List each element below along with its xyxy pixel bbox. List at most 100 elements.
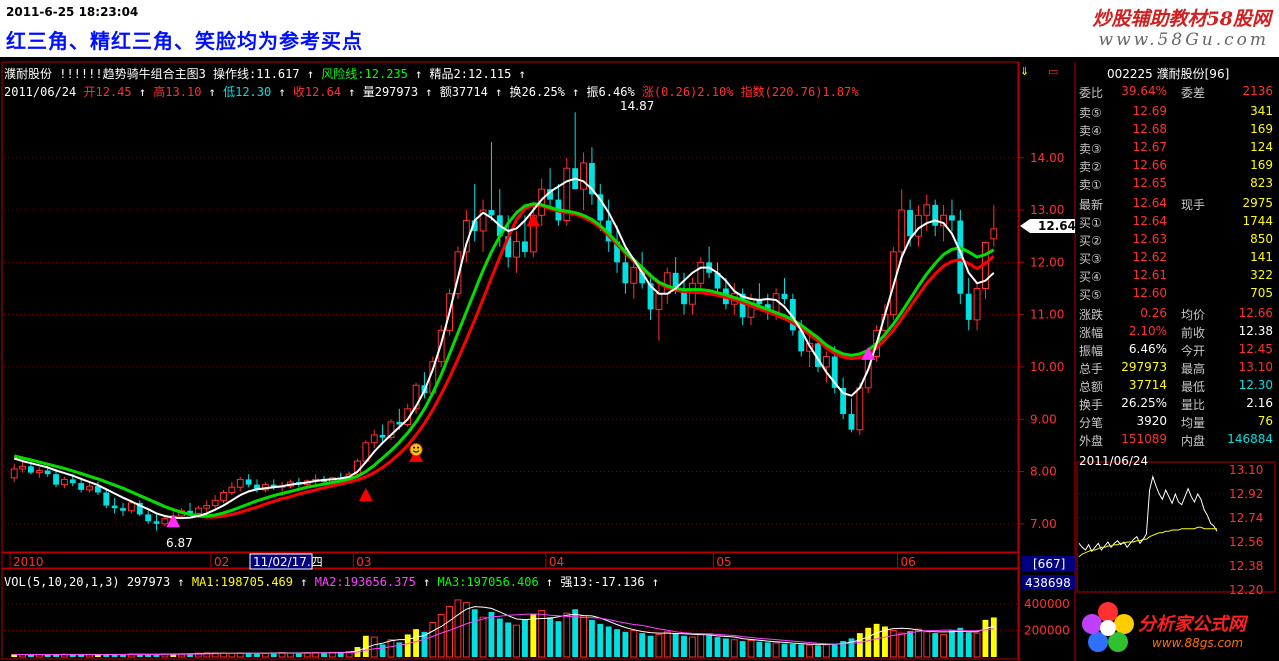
mini-chart-date: 2011/06/24	[1079, 454, 1149, 468]
stat-label: 分笔	[1079, 416, 1104, 430]
date-tick-label: 02	[214, 555, 229, 569]
candle-body	[915, 214, 922, 237]
volume-bar	[907, 631, 914, 657]
volume-seg-1: ↑	[170, 575, 192, 589]
volume-bar	[688, 636, 696, 658]
stat-label-2: 均价	[1181, 308, 1206, 322]
banner-note: 红三角、精红三角、笑脸均为参考买点	[6, 29, 363, 53]
volume-bar	[379, 644, 386, 657]
stat-value-2: 12.45	[1238, 342, 1273, 356]
stat-value-2: 12.38	[1238, 324, 1273, 338]
ohlc-seg-8: ↑ 量297973 ↑ 额37714 ↑ 换26.25% ↑ 振6.46%	[341, 85, 642, 99]
bid-row: 买② 12.63 850	[1077, 231, 1277, 249]
stat-row: 振幅 6.46% 今开 12.45	[1077, 341, 1277, 359]
candle-body	[898, 209, 906, 253]
volume-bar	[437, 614, 445, 658]
bid-row: 买① 12.64 1744	[1077, 213, 1277, 231]
mini-tick-label: 12.92	[1229, 487, 1263, 501]
stat-value-2: 146884	[1227, 432, 1273, 446]
ask-price: 12.68	[1132, 122, 1167, 136]
candle-body	[932, 204, 939, 226]
bid-volume: 322	[1250, 268, 1273, 282]
weibi-value: 39.64%	[1121, 84, 1167, 98]
volume-bar	[822, 644, 830, 658]
volume-bar	[321, 652, 327, 657]
bid-label: 买③	[1079, 252, 1102, 266]
stat-value-2: 76	[1257, 414, 1273, 428]
indicator-seg-0: 濮耐股份 !!!!!!趋势骑牛组合主图3 操作线:11.617	[4, 67, 300, 81]
volume-bar	[597, 623, 604, 657]
volume-seg-2: MA1:198705.469	[191, 575, 294, 589]
volume-tick-label: 400000	[1024, 597, 1070, 611]
volume-bar	[663, 631, 671, 658]
volume-seg-6: MA3:197056.406	[437, 575, 539, 589]
bid-label: 买①	[1079, 216, 1102, 230]
candle-body	[622, 262, 629, 284]
volume-bar	[714, 637, 721, 657]
volume-bar	[940, 633, 948, 658]
candle-body	[86, 485, 93, 491]
date-tick-label: 03	[356, 555, 371, 569]
weibi-label: 委比	[1079, 86, 1104, 100]
volume-bar	[471, 609, 478, 657]
arrow-down-icon: ⇓	[1020, 65, 1029, 78]
volume-bar	[454, 599, 462, 658]
candle-body	[848, 414, 855, 430]
volume-bar	[588, 619, 595, 657]
candle-body	[488, 210, 495, 216]
ask-price: 12.66	[1132, 158, 1167, 172]
candle-body	[236, 478, 244, 488]
volume-bar	[932, 633, 939, 657]
candle-body	[53, 474, 59, 485]
banner-datetime: 2011-6-25 18:23:04	[6, 5, 139, 19]
volume-bar	[982, 619, 989, 657]
ask-price: 12.65	[1132, 176, 1167, 190]
ask-row: 卖③ 12.67 124	[1077, 139, 1277, 157]
current-hand-label: 现手	[1181, 198, 1206, 212]
date-tick-label: 06	[901, 555, 916, 569]
volume-bar	[488, 611, 495, 657]
bid-volume: 141	[1250, 250, 1273, 264]
volume-bar	[681, 635, 687, 657]
ohlc-seg-9: 涨(0.26)2.10% 指数(220.76)1.87%	[641, 85, 859, 99]
volume-bar	[831, 643, 838, 657]
price-tick-label: 14.00	[1030, 151, 1064, 165]
volume-bar	[781, 643, 788, 657]
ohlc-seg-6: ↑	[271, 85, 293, 99]
volume-bar	[404, 634, 411, 657]
volume-bar	[973, 632, 981, 658]
volume-bar	[889, 629, 897, 658]
volume-bar	[706, 635, 713, 657]
vol-box-2-text: 438698	[1025, 576, 1071, 590]
volume-bar	[949, 630, 955, 657]
volume-bar	[479, 616, 487, 658]
bid-price: 12.63	[1132, 232, 1167, 246]
ohlc-seg-7: 收12.64	[292, 85, 342, 99]
candle-body	[379, 434, 386, 438]
price-tick-label: 7.00	[1030, 517, 1057, 531]
stat-value: 3920	[1136, 414, 1167, 428]
candle-body	[949, 215, 955, 221]
cursor-date: 11/02/17.四	[253, 555, 323, 569]
indicator-header: 濮耐股份 !!!!!!趋势骑牛组合主图3 操作线:11.617 ↑ 风险线:12…	[4, 65, 526, 82]
volume-bar	[362, 635, 369, 657]
candle-body	[973, 288, 981, 321]
brand-title: 炒股辅助教材58股网	[1092, 8, 1271, 30]
indicator-seg-3: ↑ 精品2:12.115 ↑	[407, 67, 526, 81]
last-price-tag-text: 12.64	[1038, 219, 1076, 233]
stat-value: 151089	[1121, 432, 1167, 446]
high-price-label: 14.87	[620, 99, 654, 113]
candle-body	[697, 261, 705, 284]
ask-label: 卖④	[1079, 124, 1102, 138]
bid-row: 买④ 12.61 322	[1077, 267, 1277, 285]
candle-body	[60, 478, 68, 486]
candle-body	[28, 466, 34, 473]
candle-body	[580, 162, 587, 190]
ask-price: 12.67	[1132, 140, 1167, 154]
ask-volume: 169	[1250, 158, 1273, 172]
price-tick-label: 9.00	[1030, 412, 1057, 426]
date-tick-label: 04	[549, 555, 564, 569]
bid-row: 买⑤ 12.60 705	[1077, 285, 1277, 303]
candle-body	[513, 240, 520, 258]
ask-label: 卖③	[1079, 142, 1102, 156]
